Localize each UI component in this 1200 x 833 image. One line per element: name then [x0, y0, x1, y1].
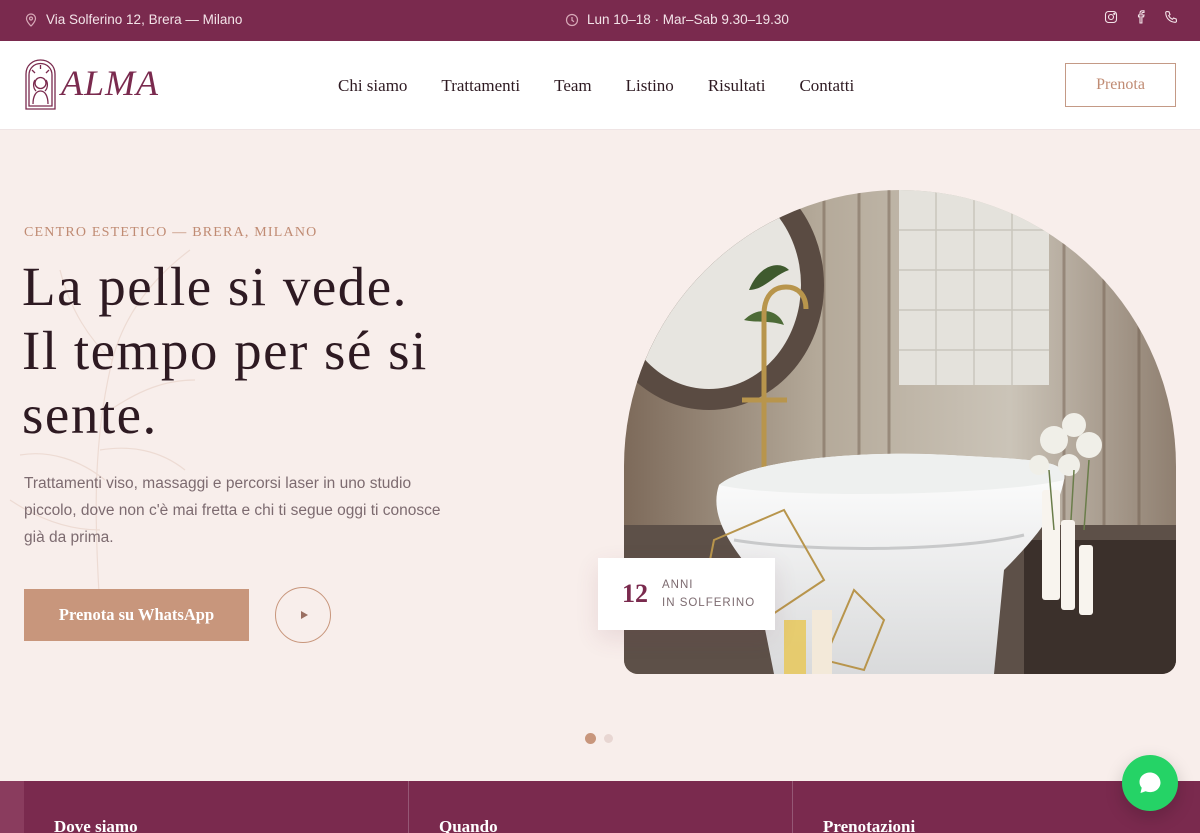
- nav-item-contatti[interactable]: Contatti: [799, 76, 854, 96]
- headline-line-3: sente.: [22, 384, 158, 445]
- info-heading-dove-siamo: Dove siamo: [54, 817, 138, 833]
- play-video-button[interactable]: [275, 587, 331, 643]
- years-label-line-1: ANNI: [662, 579, 694, 591]
- hero-headline: La pelle si vede. Il tempo per sé si sen…: [22, 255, 492, 447]
- whatsapp-chat-button[interactable]: [1122, 755, 1178, 811]
- slide-dot-2[interactable]: [604, 734, 613, 743]
- main-nav: Chi siamo Trattamenti Team Listino Risul…: [338, 76, 854, 96]
- hours-text: Lun 10–18 · Mar–Sab 9.30–19.30: [587, 12, 789, 27]
- top-bar: Via Solferino 12, Brera — Milano Lun 10–…: [0, 0, 1200, 41]
- chat-bubble-icon: [1139, 772, 1161, 793]
- book-button[interactable]: Prenota: [1065, 63, 1176, 107]
- nav-item-listino[interactable]: Listino: [626, 76, 674, 96]
- phone-icon[interactable]: [1164, 10, 1178, 24]
- whatsapp-booking-button[interactable]: Prenota su WhatsApp: [24, 589, 249, 641]
- info-col-quando: Quando: [408, 781, 792, 833]
- strip-edge: [0, 781, 24, 833]
- years-label: ANNI IN SOLFERINO: [662, 576, 755, 612]
- logo-text: ALMA: [61, 62, 159, 103]
- hero-eyebrow: CENTRO ESTETICO — BRERA, MILANO: [24, 225, 318, 240]
- hours-info: Lun 10–18 · Mar–Sab 9.30–19.30: [565, 12, 789, 27]
- slider-dots: [585, 733, 613, 744]
- info-strip: Dove siamo Quando Prenotazioni: [0, 781, 1200, 833]
- site-header: ALMA Chi siamo Trattamenti Team Listino …: [0, 41, 1200, 130]
- years-number: 12: [622, 579, 648, 608]
- map-pin-icon: [24, 12, 38, 27]
- logo[interactable]: ALMA: [24, 58, 159, 111]
- address-text: Via Solferino 12, Brera — Milano: [46, 12, 243, 27]
- play-icon: [300, 611, 308, 619]
- nav-item-trattamenti[interactable]: Trattamenti: [441, 76, 520, 96]
- hero-section: CENTRO ESTETICO — BRERA, MILANO La pelle…: [0, 130, 1200, 781]
- years-badge: 12 ANNI IN SOLFERINO: [598, 558, 775, 630]
- nav-item-chi-siamo[interactable]: Chi siamo: [338, 76, 407, 96]
- nav-item-team[interactable]: Team: [554, 76, 592, 96]
- address-info: Via Solferino 12, Brera — Milano: [24, 12, 242, 27]
- social-links: [1104, 10, 1178, 24]
- info-col-dove-siamo: Dove siamo: [24, 781, 408, 833]
- logo-mark-icon: [25, 59, 56, 110]
- headline-line-1: La pelle si vede.: [22, 256, 408, 317]
- hero-lead: Trattamenti viso, massaggi e percorsi la…: [24, 475, 441, 546]
- info-heading-prenotazioni: Prenotazioni: [823, 817, 916, 833]
- info-heading-quando: Quando: [439, 817, 498, 833]
- slide-dot-1[interactable]: [585, 733, 596, 744]
- clock-icon: [565, 13, 579, 27]
- nav-item-risultati[interactable]: Risultati: [708, 76, 766, 96]
- headline-line-2: Il tempo per sé si: [22, 320, 428, 381]
- years-label-line-2: IN SOLFERINO: [662, 597, 756, 609]
- instagram-icon[interactable]: [1104, 10, 1118, 24]
- facebook-icon[interactable]: [1134, 10, 1148, 24]
